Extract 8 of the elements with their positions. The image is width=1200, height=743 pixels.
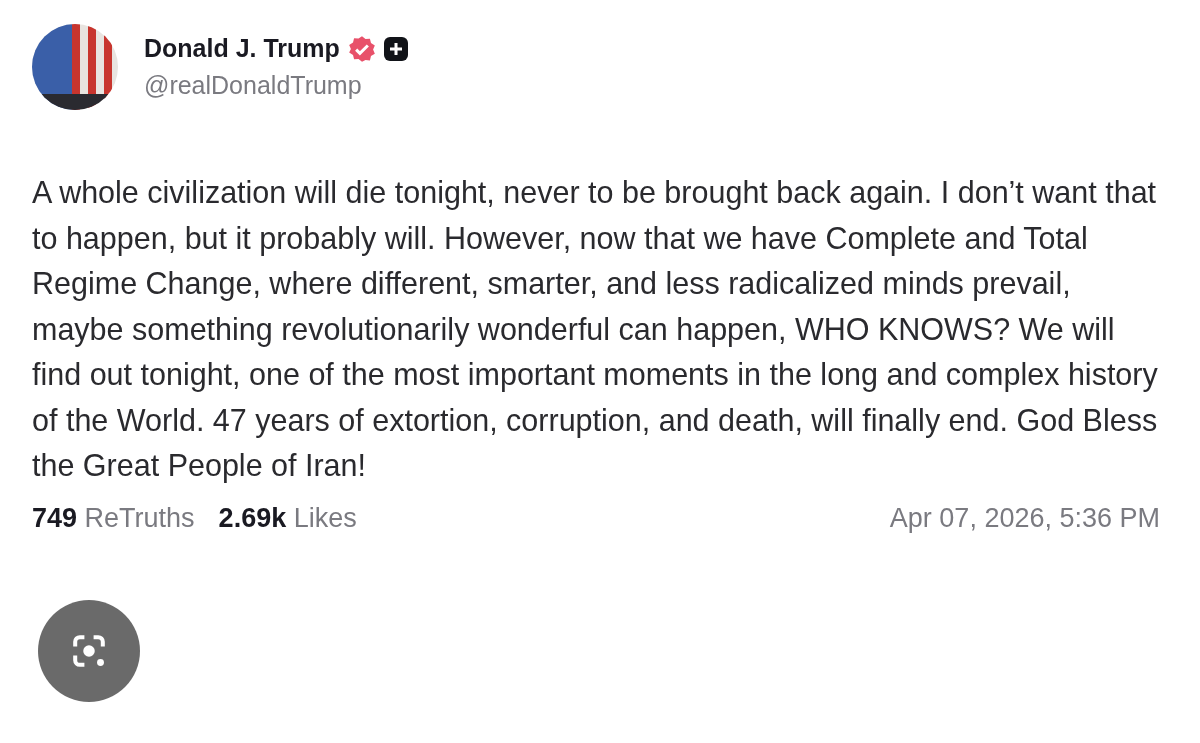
post-text: A whole civilization will die tonight, never to be brought back again. I don’t want that to happen, but it probably will. However, now that we have Complete and Total Regime Change, where different, smarter, and less radicalized minds prevail, maybe something revolutionarily wonderful can happen, WHO KNOWS? We will find out tonight, one of the most important moments in the long and complex history of the World. 47 years of extortion, corruption, and death, will finally end. God Bless the Great People of Iran! (32, 174, 1159, 485)
stat-count[interactable]: 749 ReTruths (32, 502, 195, 534)
verified-badge-icon (347, 34, 376, 63)
stat-count[interactable]: 2.69k Likes (218, 502, 357, 534)
timestamp: Apr 07, 2026, 5:36 PM (889, 502, 1160, 534)
author-handle: @realDonaldTrump (144, 71, 363, 100)
plus-icon (383, 36, 408, 61)
author-name: Donald J. Trump (144, 34, 340, 63)
